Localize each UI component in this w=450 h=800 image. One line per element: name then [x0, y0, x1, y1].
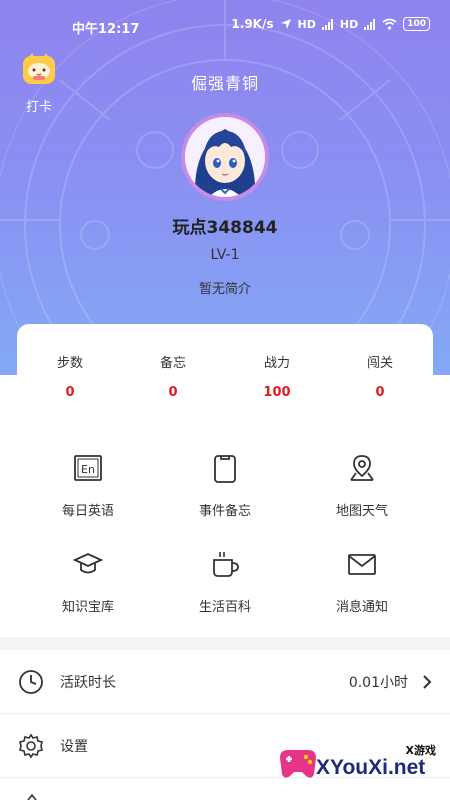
feature-label: 事件备忘 [198, 504, 251, 519]
feature-label: 地图天气 [335, 504, 388, 519]
chevron-right-icon [423, 675, 432, 689]
svg-text:En: En [81, 463, 95, 476]
watermark-sub: X游戏 [405, 744, 436, 757]
feature-label: 每日英语 [61, 504, 114, 519]
avatar[interactable] [181, 113, 269, 201]
watermark-text: XYouXi.net [316, 756, 426, 779]
feature-knowledge-base[interactable]: 知识宝库 [33, 549, 143, 615]
signal-bars-1-icon [321, 18, 333, 30]
feature-event-memo[interactable]: 事件备忘 [170, 453, 280, 519]
feature-label: 生活百科 [198, 600, 251, 615]
user-bio: 暂无简介 [198, 282, 251, 297]
coffee-cup-icon [213, 552, 239, 577]
feature-label: 消息通知 [335, 600, 388, 615]
gamepad-logo-icon [280, 750, 316, 778]
signal-2-icon: HD [339, 17, 359, 31]
username: 玩点348844 [172, 218, 278, 238]
wifi-icon [382, 18, 397, 30]
feature-daily-english[interactable]: En 每日英语 [33, 453, 143, 519]
battery-icon: 100 [403, 17, 430, 31]
feature-map-weather[interactable]: 地图天气 [307, 453, 417, 519]
stat-value: 0 [375, 385, 385, 400]
graduation-cap-icon [72, 553, 104, 574]
envelope-icon [348, 554, 376, 575]
status-time: 中午12:17 [72, 22, 140, 37]
profile-header: 中午12:17 1.9K/s HD HD 100 打卡 倔强青铜 玩点34884… [0, 0, 450, 375]
clock-icon [19, 670, 43, 694]
active-time-row[interactable]: 活跃时长 0.01小时 [0, 650, 450, 714]
stat-label: 战力 [263, 356, 290, 371]
status-bar: 中午12:17 1.9K/s HD HD 100 [0, 0, 450, 52]
stat-value: 0 [168, 385, 178, 400]
rank-title: 倔强青铜 [190, 74, 259, 93]
features-panel: En 每日英语 事件备忘 地图天气 知识宝库 生活百科 消息通知 [0, 375, 450, 637]
active-time-label: 活跃时长 [60, 675, 116, 691]
signal-bars-2-icon [364, 18, 376, 30]
stat-steps[interactable]: 步数 0 [25, 352, 115, 400]
checkin-label: 打卡 [25, 100, 52, 115]
feature-notifications[interactable]: 消息通知 [307, 549, 417, 615]
anime-girl-avatar-icon [185, 117, 265, 197]
clipboard-icon [214, 455, 236, 483]
stat-levels[interactable]: 闯关 0 [335, 352, 425, 400]
stat-label: 闯关 [366, 356, 393, 371]
stat-label: 备忘 [159, 356, 186, 371]
location-arrow-icon [280, 19, 291, 29]
map-pin-icon [350, 455, 374, 481]
stat-value: 100 [263, 385, 291, 400]
site-watermark: XYouXi.net X游戏 [276, 742, 450, 800]
status-indicators: 1.9K/s HD HD 100 [231, 17, 430, 31]
gear-icon [19, 733, 43, 759]
user-level: LV-1 [210, 247, 240, 263]
partial-row-icon [27, 793, 37, 800]
feature-life-encyclopedia[interactable]: 生活百科 [170, 549, 280, 615]
stat-value: 0 [65, 385, 75, 400]
feature-label: 知识宝库 [61, 600, 114, 615]
active-time-value: 0.01小时 [348, 675, 408, 691]
stats-card: 步数 0 备忘 0 战力 100 闯关 0 [17, 324, 433, 414]
stat-memos[interactable]: 备忘 0 [128, 352, 218, 400]
english-icon: En [74, 455, 102, 481]
stat-label: 步数 [56, 356, 83, 371]
settings-label: 设置 [60, 739, 88, 755]
network-speed: 1.9K/s [231, 17, 274, 31]
signal-1-icon: HD [297, 17, 316, 31]
stat-power[interactable]: 战力 100 [232, 352, 322, 400]
